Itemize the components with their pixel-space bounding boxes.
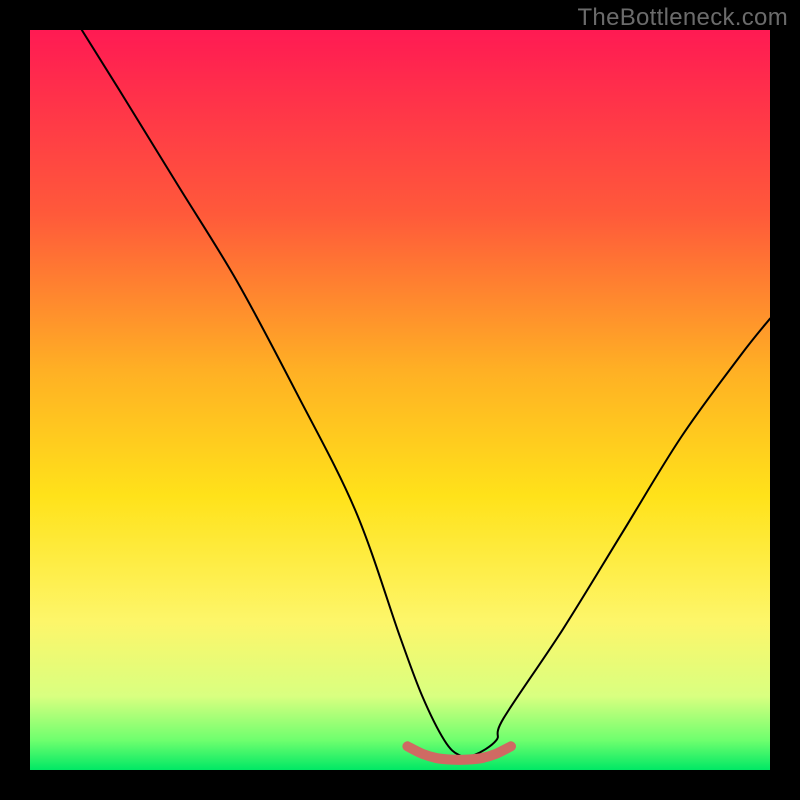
optimal-band <box>407 746 511 760</box>
watermark-text: TheBottleneck.com <box>577 4 788 32</box>
chart-frame: TheBottleneck.com <box>0 0 800 800</box>
bottleneck-curve <box>82 30 770 757</box>
curve-layer <box>30 30 770 770</box>
plot-area <box>30 30 770 770</box>
